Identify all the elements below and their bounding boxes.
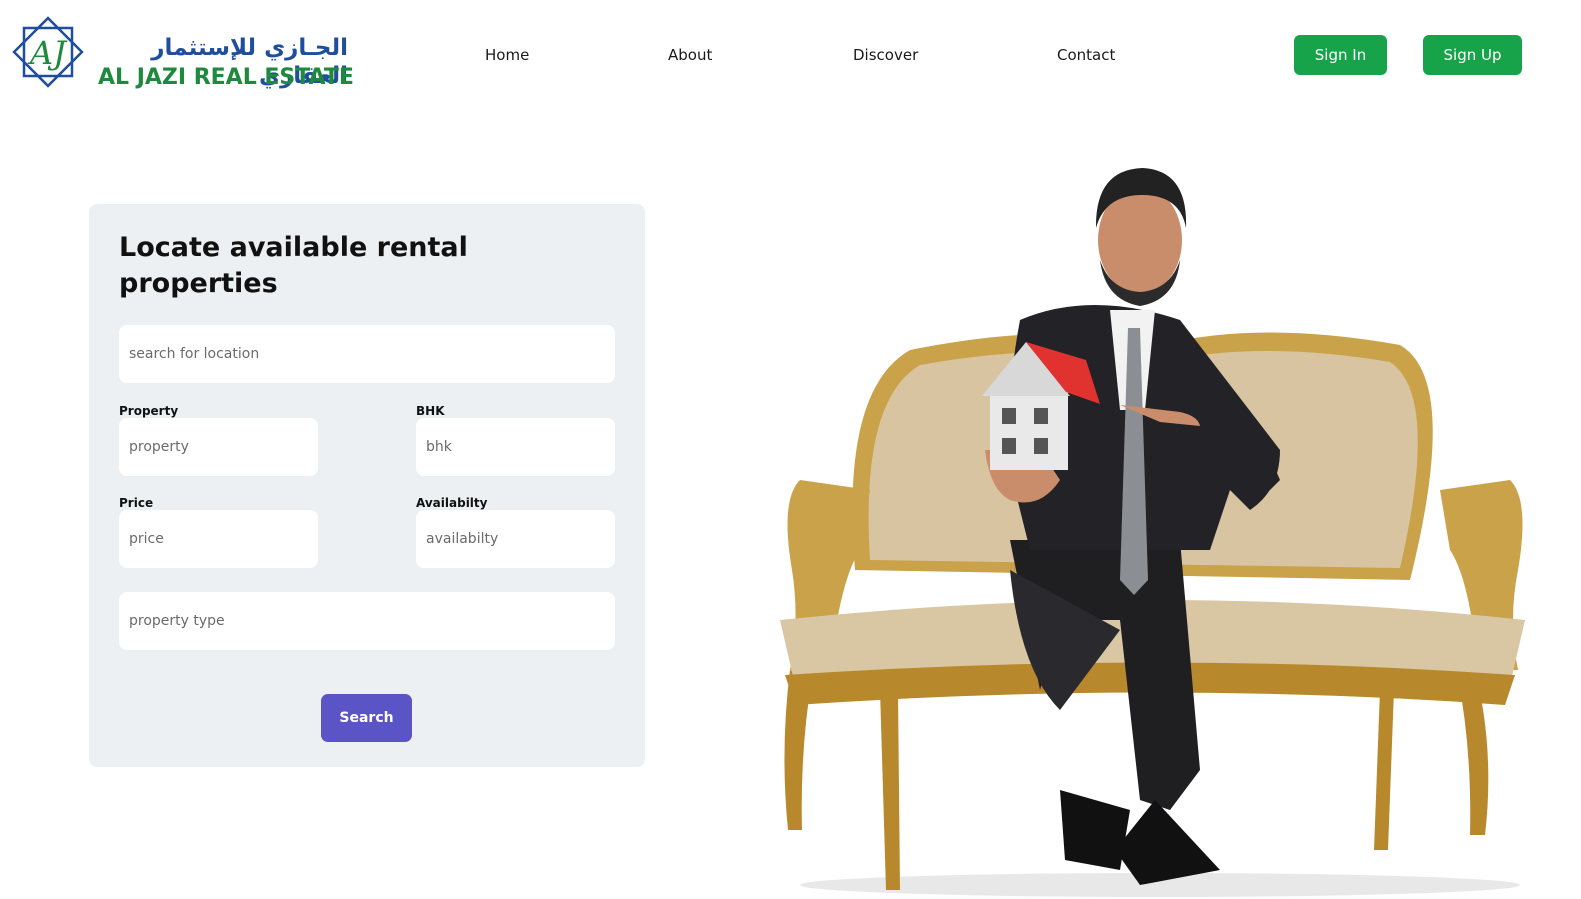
brand-logo[interactable]: AJ الجـازي للإستثمار العقاري AL JAZI REA… xyxy=(10,14,360,92)
location-search-input[interactable] xyxy=(119,325,615,383)
bhk-label: BHK xyxy=(416,404,445,418)
price-input[interactable] xyxy=(119,510,318,568)
search-button[interactable]: Search xyxy=(321,694,412,742)
site-header: AJ الجـازي للإستثمار العقاري AL JAZI REA… xyxy=(0,0,1581,110)
brand-monogram-icon: AJ xyxy=(12,16,84,88)
nav-home-link[interactable]: Home xyxy=(485,45,529,65)
search-card-title: Locate available rental properties xyxy=(119,232,468,299)
nav-contact-link[interactable]: Contact xyxy=(1057,45,1115,65)
sign-in-button[interactable]: Sign In xyxy=(1294,35,1387,75)
availability-input[interactable] xyxy=(416,510,615,568)
nav-about-link[interactable]: About xyxy=(668,45,712,65)
bhk-input[interactable] xyxy=(416,418,615,476)
sign-up-button[interactable]: Sign Up xyxy=(1423,35,1522,75)
svg-text:AJ: AJ xyxy=(27,34,68,72)
rental-search-card: Locate available rental properties Prope… xyxy=(89,204,645,767)
businessman-sofa-image xyxy=(780,168,1525,897)
property-label: Property xyxy=(119,404,179,418)
property-type-input[interactable] xyxy=(119,592,615,650)
property-input[interactable] xyxy=(119,418,318,476)
brand-english-name: AL JAZI REAL ESTATE xyxy=(98,65,354,90)
availability-label: Availabilty xyxy=(416,496,488,510)
nav-discover-link[interactable]: Discover xyxy=(853,45,918,65)
price-label: Price xyxy=(119,496,154,510)
